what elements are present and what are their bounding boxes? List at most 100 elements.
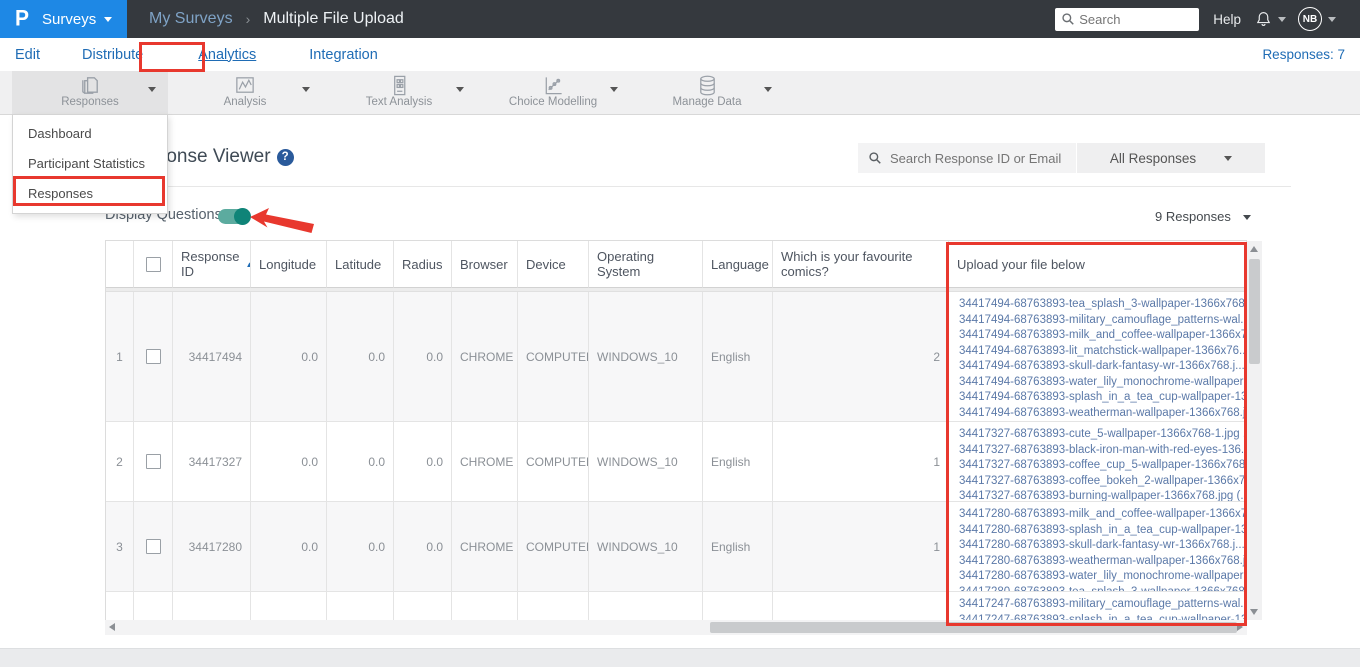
cell-response-id — [173, 592, 251, 620]
select-all-checkbox[interactable] — [145, 256, 161, 272]
cell-comics: 1 — [773, 502, 949, 592]
header-comics-question[interactable]: Which is your favourite comics? — [773, 241, 949, 288]
response-filter-dropdown[interactable]: All Responses — [1077, 143, 1265, 173]
cell-browser: CHROME — [452, 422, 518, 502]
help-link[interactable]: Help — [1213, 12, 1241, 27]
file-link[interactable]: 34417280-68763893-milk_and_coffee-wallpa… — [959, 507, 1246, 523]
breadcrumb: My Surveys › Multiple File Upload — [149, 10, 404, 28]
chevron-down-icon — [104, 16, 113, 22]
vertical-scrollbar[interactable] — [1247, 241, 1262, 620]
file-link[interactable]: 34417247-68763893-splash_in_a_tea_cup-wa… — [959, 613, 1246, 621]
file-link[interactable]: 34417327-68763893-coffee_bokeh_2-wallpap… — [959, 474, 1246, 490]
header-upload-question[interactable]: Upload your file below — [949, 241, 1247, 288]
table-row: 3 34417280 0.0 0.0 0.0 CHROME COMPUTER W… — [106, 502, 1247, 592]
cell-os: WINDOWS_10 — [589, 422, 703, 502]
help-icon[interactable]: ? — [276, 149, 294, 166]
header-longitude[interactable]: Longitude — [251, 241, 327, 288]
row-number: 1 — [106, 292, 134, 422]
chevron-down-icon — [1242, 215, 1251, 221]
horizontal-scrollbar[interactable] — [105, 620, 1247, 635]
responses-count-dropdown[interactable]: 9 Responses — [1155, 209, 1251, 224]
row-checkbox[interactable] — [145, 349, 161, 364]
toolbar-label: Text Analysis — [365, 96, 433, 108]
tab-edit[interactable]: Edit — [15, 47, 40, 63]
scroll-right-arrow-icon[interactable] — [1237, 623, 1243, 631]
menu-item-dashboard[interactable]: Dashboard — [13, 119, 167, 149]
file-link[interactable]: 34417280-68763893-skull-dark-fantasy-wr-… — [959, 538, 1245, 554]
scroll-up-arrow-icon[interactable] — [1250, 246, 1258, 252]
vertical-scroll-thumb[interactable] — [1249, 259, 1260, 364]
header-response-id[interactable]: Response ID▲ — [173, 241, 251, 288]
file-link[interactable]: 34417327-68763893-black-iron-man-with-re… — [959, 443, 1246, 459]
page-bottom-strip — [0, 648, 1360, 667]
toolbar-item-manage-data[interactable]: Manage Data — [630, 71, 784, 114]
chevron-down-icon[interactable] — [148, 87, 156, 92]
file-link[interactable]: 34417280-68763893-splash_in_a_tea_cup-wa… — [959, 523, 1246, 539]
notifications-button[interactable] — [1255, 10, 1286, 28]
header-operating-system[interactable]: Operating System — [589, 241, 703, 288]
file-link[interactable]: 34417494-68763893-skull-dark-fantasy-wr-… — [959, 359, 1245, 375]
file-link[interactable]: 34417494-68763893-water_lily_monochrome-… — [959, 375, 1246, 391]
toolbar-item-choice-modelling[interactable]: Choice Modelling — [476, 71, 630, 114]
cell-radius: 0.0 — [394, 422, 452, 502]
breadcrumb-my-surveys[interactable]: My Surveys — [149, 10, 233, 28]
header-language[interactable]: Language — [703, 241, 773, 288]
file-link[interactable]: 34417247-68763893-military_camouflage_pa… — [959, 597, 1246, 613]
tab-analytics[interactable]: Analytics — [198, 47, 256, 63]
file-link[interactable]: 34417327-68763893-coffee_cup_5-wallpaper… — [959, 458, 1246, 474]
chevron-down-icon[interactable] — [764, 87, 772, 92]
display-questions-toggle[interactable] — [218, 208, 251, 225]
account-menu[interactable]: NB — [1298, 7, 1336, 31]
table-row: 34417247-68763893-military_camouflage_pa… — [106, 592, 1247, 620]
cell-response-id[interactable]: 34417327 — [173, 422, 251, 502]
menu-item-responses[interactable]: Responses — [13, 179, 167, 209]
tab-distribute[interactable]: Distribute — [82, 47, 143, 63]
cell-language: English — [703, 292, 773, 422]
toolbar-item-text-analysis[interactable]: Text Analysis — [322, 71, 476, 114]
toolbar-label: Analysis — [223, 96, 267, 108]
file-link[interactable]: 34417280-68763893-water_lily_monochrome-… — [959, 569, 1246, 585]
header-device[interactable]: Device — [518, 241, 589, 288]
file-link[interactable]: 34417494-68763893-milk_and_coffee-wallpa… — [959, 328, 1246, 344]
cell-latitude: 0.0 — [327, 422, 394, 502]
response-search[interactable] — [858, 143, 1076, 173]
file-link[interactable]: 34417494-68763893-weatherman-wallpaper-1… — [959, 406, 1246, 422]
global-search[interactable] — [1055, 7, 1200, 31]
toolbar-item-analysis[interactable]: Analysis — [168, 71, 322, 114]
file-link[interactable]: 34417327-68763893-burning-wallpaper-1366… — [959, 489, 1246, 501]
header-browser[interactable]: Browser — [452, 241, 518, 288]
menu-item-participant-statistics[interactable]: Participant Statistics — [13, 149, 167, 179]
cell-comics: 2 — [773, 292, 949, 422]
horizontal-scroll-thumb[interactable] — [710, 622, 1237, 633]
search-input[interactable] — [1055, 7, 1200, 31]
cell-response-id[interactable]: 34417280 — [173, 502, 251, 592]
file-link[interactable]: 34417494-68763893-military_camouflage_pa… — [959, 313, 1246, 329]
page: P Surveys My Surveys › Multiple File Upl… — [0, 0, 1360, 667]
responses-count-link[interactable]: Responses: 7 — [1262, 47, 1345, 62]
app-switcher[interactable]: P Surveys — [0, 0, 127, 38]
row-select — [134, 292, 173, 422]
scroll-down-arrow-icon[interactable] — [1250, 609, 1258, 615]
header-radius[interactable]: Radius — [394, 241, 452, 288]
tab-integration[interactable]: Integration — [309, 47, 378, 63]
table-row: 1 34417494 0.0 0.0 0.0 CHROME COMPUTER W… — [106, 292, 1247, 422]
table-header-row: Response ID▲ Longitude Latitude Radius B… — [106, 241, 1247, 288]
response-search-input[interactable] — [858, 143, 1076, 173]
header-latitude[interactable]: Latitude — [327, 241, 394, 288]
file-link[interactable]: 34417494-68763893-lit_matchstick-wallpap… — [959, 344, 1246, 360]
file-link[interactable]: 34417280-68763893-weatherman-wallpaper-1… — [959, 554, 1246, 570]
row-checkbox[interactable] — [145, 539, 161, 554]
file-link[interactable]: 34417280-68763893-tea_splash_3-wallpaper… — [959, 585, 1246, 592]
cell-response-id[interactable]: 34417494 — [173, 292, 251, 422]
analytics-toolbar: Responses Analysis Text Analysis Choice … — [0, 71, 1360, 115]
chevron-down-icon[interactable] — [610, 87, 618, 92]
file-link[interactable]: 34417327-68763893-cute_5-wallpaper-1366x… — [959, 427, 1246, 443]
chevron-down-icon[interactable] — [456, 87, 464, 92]
chevron-down-icon[interactable] — [302, 87, 310, 92]
row-checkbox[interactable] — [145, 454, 161, 469]
toolbar-item-responses[interactable]: Responses — [12, 71, 168, 114]
cell-longitude — [251, 592, 327, 620]
file-link[interactable]: 34417494-68763893-splash_in_a_tea_cup-wa… — [959, 390, 1246, 406]
file-link[interactable]: 34417494-68763893-tea_splash_3-wallpaper… — [959, 297, 1246, 313]
scroll-left-arrow-icon[interactable] — [109, 623, 115, 631]
